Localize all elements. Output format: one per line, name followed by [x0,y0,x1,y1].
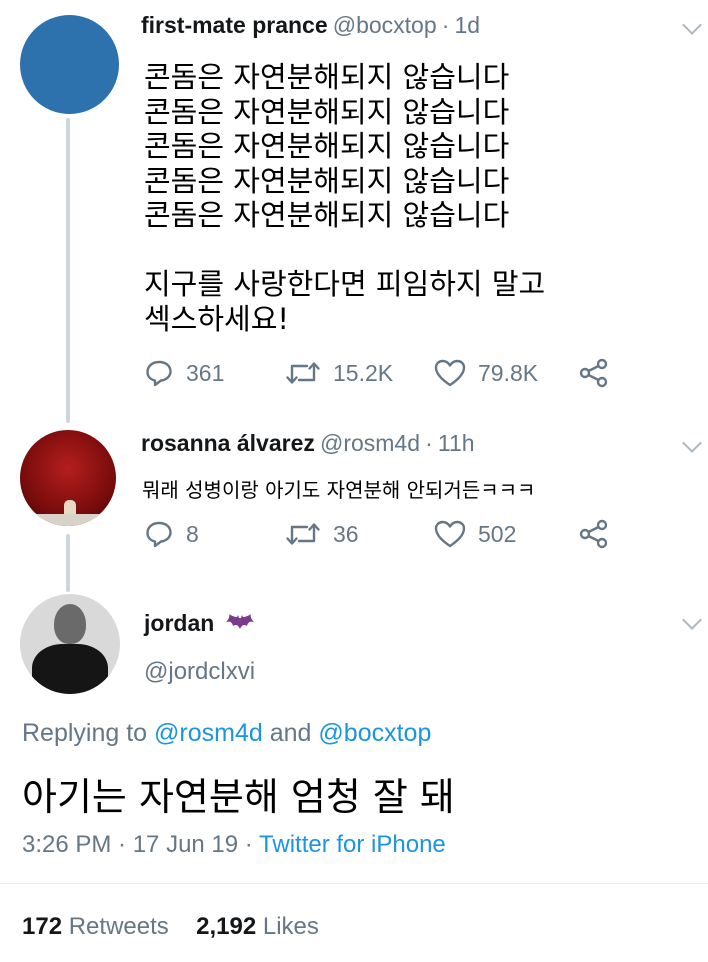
display-name[interactable]: first-mate prance [141,12,328,38]
tweet-text-line [144,233,545,268]
reply-icon [146,521,172,548]
like-button[interactable]: 79.8K [434,358,538,388]
avatar-body [32,644,108,694]
chevron-down-icon[interactable] [682,433,702,453]
reply-icon [146,360,172,387]
retweet-count: 15.2K [333,359,394,386]
user-handle[interactable]: @jordclxvi [144,658,255,686]
retweet-button[interactable]: 15.2K [285,358,393,388]
chevron-down-icon[interactable] [682,610,702,630]
retweet-button[interactable]: 36 [285,519,359,549]
reply-button[interactable]: 361 [144,358,224,388]
avatar-floor [20,514,116,526]
like-count: 79.8K [478,359,539,386]
like-count: 502 [478,520,517,547]
retweet-count: 36 [333,520,359,547]
avatar-head [54,604,86,644]
reply-count: 8 [186,520,199,547]
tweet-timestamp[interactable]: 3:26 PM · 17 Jun 19 · [22,831,253,858]
avatar[interactable] [20,15,119,114]
reply-button[interactable]: 8 [144,519,199,549]
share-button[interactable] [578,358,610,388]
like-button[interactable]: 502 [434,519,516,549]
and-label: and [269,719,312,747]
tweet-text-line: 콘돔은 자연분해되지 않습니다 [144,163,510,198]
display-name[interactable]: jordan [144,610,255,637]
timestamp[interactable]: 11h [438,430,475,456]
tweet-text-line: 콘돔은 자연분해되지 않습니다 [144,129,510,163]
retweet-icon [286,523,320,545]
tweet-header: rosanna álvarez @rosm4d · 11h [141,430,475,457]
bat-emoji-icon [225,614,254,629]
retweet-total: 172 [22,913,63,940]
retweets-stat[interactable]: 172 Retweets [22,913,169,940]
tweet-header: first-mate prance @bocxtop · 1d [141,12,480,39]
user-handle[interactable]: @rosm4d [320,430,420,456]
replying-to-line: Replying to @rosm4d and @bocxtop [22,719,431,748]
replying-to-label: Replying to [22,719,148,747]
tweet-text-line: 섹스하세요! [144,301,290,336]
tweet-stats: 172 Retweets 2,192 Likes [22,913,319,941]
user-handle[interactable]: @bocxtop [333,12,437,38]
separator-dot: · [441,12,450,38]
retweets-label: Retweets [68,913,169,940]
separator-dot: · [425,430,433,456]
retweet-icon [286,362,320,384]
tweet-text-line: 콘돔은 자연분해되지 않습니다 [144,198,510,232]
avatar[interactable] [20,430,116,526]
mention-link[interactable]: @rosm4d [154,719,263,747]
mention-link[interactable]: @bocxtop [318,719,431,747]
avatar[interactable] [20,594,120,694]
heart-icon [434,359,466,387]
thread-connector [66,118,70,423]
share-icon [579,358,608,388]
display-name[interactable]: rosanna álvarez [141,430,315,456]
tweet-text-line: 콘돔은 자연분해되지 않습니다 [144,60,510,94]
like-total: 2,192 [196,913,257,940]
tweet-text: 아기는 자연분해 엄청 잘 돼 [22,775,455,819]
share-icon [579,519,608,549]
tweet-text-line: 지구를 사랑한다면 피임하지 말고 [144,267,546,301]
tweet-meta: 3:26 PM · 17 Jun 19 · Twitter for iPhone [22,831,446,859]
tweet-text: 뭐래 성병이랑 아기도 자연분해 안되거든ㅋㅋㅋ [142,478,536,502]
likes-stat[interactable]: 2,192 Likes [196,913,319,940]
likes-label: Likes [262,913,319,940]
thread-connector [66,534,70,592]
divider [0,883,708,884]
timestamp[interactable]: 1d [454,12,480,38]
share-button[interactable] [578,519,610,549]
tweet-text: 콘돔은 자연분해되지 않습니다 콘돔은 자연분해되지 않습니다 콘돔은 자연분해되지… [144,60,545,336]
heart-icon [434,520,466,548]
tweet-text-line: 콘돔은 자연분해되지 않습니다 [144,94,510,129]
source-link[interactable]: Twitter for iPhone [259,831,446,858]
reply-count: 361 [186,359,225,386]
chevron-down-icon[interactable] [682,15,702,35]
